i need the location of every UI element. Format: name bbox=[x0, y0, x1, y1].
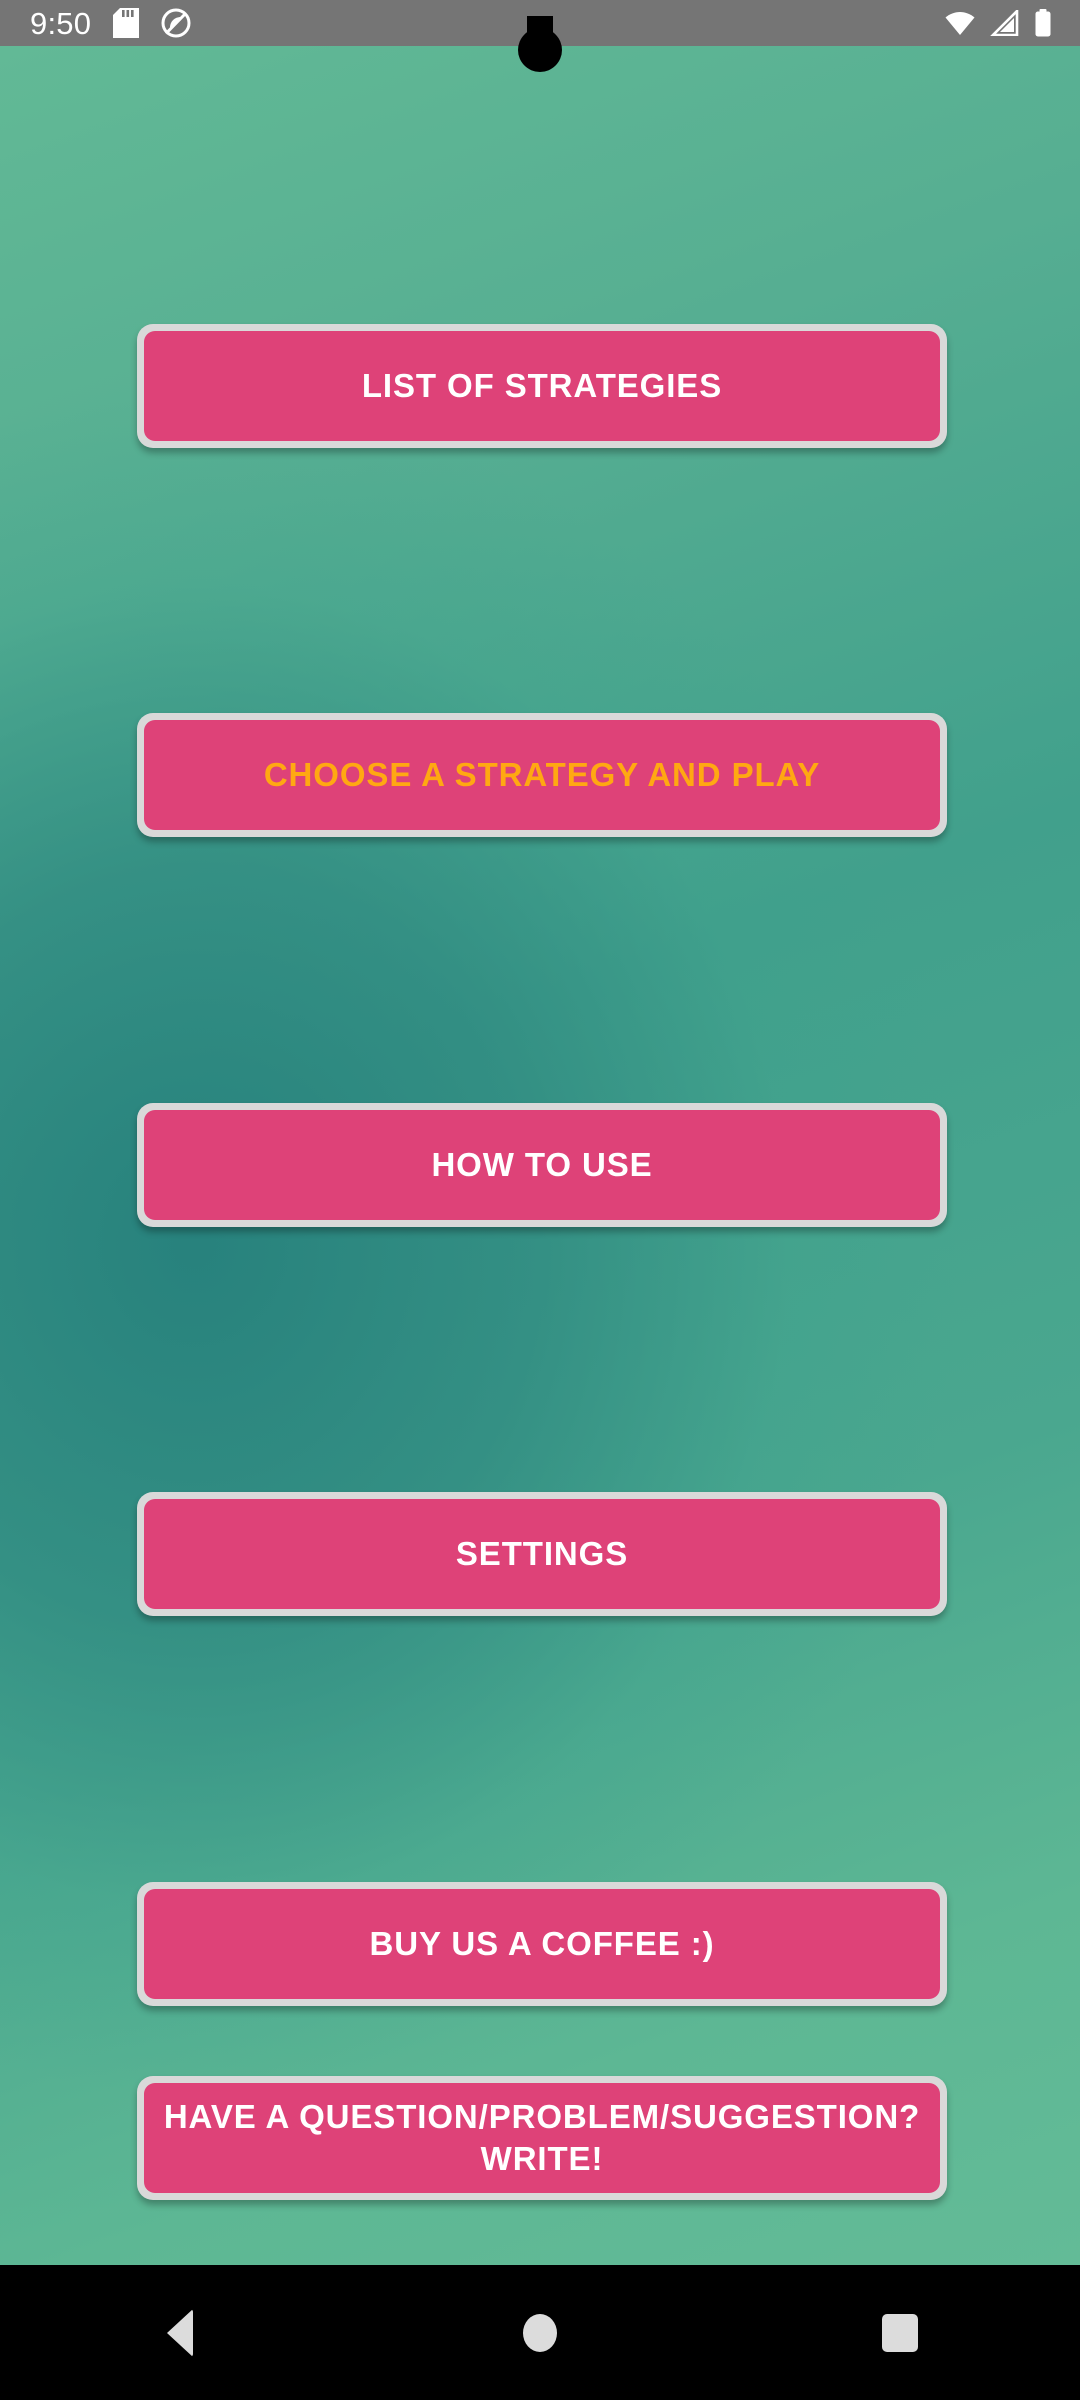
camera-cutout bbox=[518, 28, 562, 72]
how-to-use-button[interactable]: HOW TO USE bbox=[137, 1103, 947, 1227]
nav-home-button[interactable] bbox=[480, 2265, 600, 2400]
recents-square-icon bbox=[882, 2313, 918, 2352]
battery-icon bbox=[1034, 9, 1052, 37]
list-of-strategies-button[interactable]: LIST OF STRATEGIES bbox=[137, 324, 947, 448]
button-label: SETTINGS bbox=[455, 1534, 629, 1572]
button-surface: BUY US A COFFEE :) bbox=[144, 1889, 940, 1999]
button-surface: HOW TO USE bbox=[144, 1110, 940, 1220]
button-label: HOW TO USE bbox=[431, 1145, 653, 1183]
status-bar-right bbox=[944, 0, 1052, 46]
button-surface: CHOOSE A STRATEGY AND PLAY bbox=[144, 720, 940, 830]
status-clock: 9:50 bbox=[30, 5, 92, 41]
data-saver-icon bbox=[161, 8, 191, 38]
button-label: HAVE A QUESTION/PROBLEM/SUGGESTION? WRIT… bbox=[163, 2097, 921, 2177]
nav-recents-button[interactable] bbox=[840, 2265, 960, 2400]
cellular-signal-icon bbox=[990, 10, 1020, 36]
settings-button[interactable]: SETTINGS bbox=[137, 1492, 947, 1616]
button-label: LIST OF STRATEGIES bbox=[361, 366, 723, 404]
button-surface: HAVE A QUESTION/PROBLEM/SUGGESTION? WRIT… bbox=[144, 2083, 940, 2193]
wifi-icon bbox=[944, 10, 976, 36]
choose-a-strategy-and-play-button[interactable]: CHOOSE A STRATEGY AND PLAY bbox=[137, 713, 947, 837]
phone-screen: LIST OF STRATEGIES CHOOSE A STRATEGY AND… bbox=[0, 0, 1080, 2400]
button-label: CHOOSE A STRATEGY AND PLAY bbox=[263, 755, 821, 793]
buy-us-a-coffee-button[interactable]: BUY US A COFFEE :) bbox=[137, 1882, 947, 2006]
button-surface: LIST OF STRATEGIES bbox=[144, 331, 940, 441]
system-navigation-bar bbox=[0, 2265, 1080, 2400]
button-surface: SETTINGS bbox=[144, 1499, 940, 1609]
contact-us-button[interactable]: HAVE A QUESTION/PROBLEM/SUGGESTION? WRIT… bbox=[137, 2076, 947, 2200]
nav-back-button[interactable] bbox=[120, 2265, 240, 2400]
home-circle-icon bbox=[523, 2313, 557, 2352]
button-label: BUY US A COFFEE :) bbox=[369, 1924, 715, 1962]
main-menu: LIST OF STRATEGIES CHOOSE A STRATEGY AND… bbox=[0, 0, 1080, 2265]
status-bar-left: 9:50 bbox=[0, 8, 191, 39]
sd-card-icon bbox=[113, 8, 140, 38]
back-triangle-icon bbox=[167, 2308, 193, 2357]
